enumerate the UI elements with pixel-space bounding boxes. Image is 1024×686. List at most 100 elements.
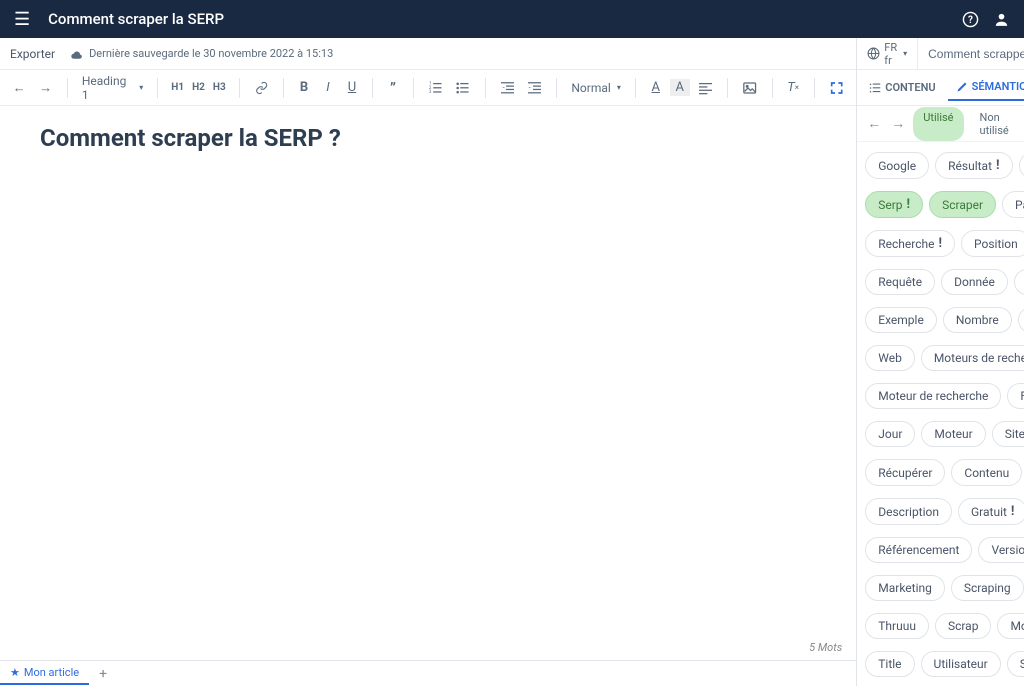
format-select[interactable]: Normal▾ <box>567 79 624 97</box>
italic-button[interactable]: I <box>318 76 338 99</box>
keyword-pill[interactable]: Moteur de recherche <box>865 383 1001 409</box>
keyword-pill[interactable]: Jour <box>865 421 915 447</box>
keyword-pill[interactable]: Title <box>865 651 914 677</box>
text-color-button[interactable]: A <box>646 76 666 99</box>
h3-button[interactable]: H3 <box>210 80 229 95</box>
filter-row: ← → Utilisé Non utilisé Contient des var… <box>857 106 1024 142</box>
keyword-pill[interactable]: Moteurs de recherche <box>921 345 1024 371</box>
keyword-pill[interactable]: Donnée <box>941 269 1008 295</box>
keyword-pill[interactable]: Marketing <box>865 575 945 601</box>
list-icon <box>869 82 881 94</box>
keyword-pill[interactable]: Article <box>1014 269 1024 295</box>
keyword-pill[interactable]: Scrap <box>935 613 992 639</box>
keyword-pill[interactable]: Fichier <box>1007 383 1024 409</box>
side-panel: FR fr ▾ CONTENU SÉMANTIQUE <box>857 38 1024 686</box>
keyword-pill[interactable]: Seo <box>1019 152 1024 179</box>
indent-button[interactable] <box>523 77 546 99</box>
page-title: Comment scraper la SERP <box>48 10 944 28</box>
tab-semantique[interactable]: SÉMANTIQUE New <box>948 74 1024 101</box>
next-button[interactable]: → <box>891 115 905 132</box>
keyword-pill[interactable]: Description <box>865 498 952 525</box>
filter-unused[interactable]: Non utilisé <box>970 107 1024 141</box>
info-bar: Exporter Dernière sauvegarde le 30 novem… <box>0 38 856 70</box>
keyword-pill[interactable]: Serp! <box>865 191 923 218</box>
keyword-pill[interactable]: Web <box>865 345 915 371</box>
highlight-button[interactable]: A <box>670 79 690 96</box>
keyword-pill[interactable]: Site <box>992 421 1024 447</box>
underline-button[interactable]: U <box>342 76 362 99</box>
svg-text:?: ? <box>968 15 973 26</box>
exclamation-icon: ! <box>996 158 1000 173</box>
tab-contenu[interactable]: CONTENU <box>861 75 943 100</box>
search-input[interactable] <box>918 47 1024 61</box>
save-status: Dernière sauvegarde le 30 novembre 2022 … <box>69 47 333 60</box>
language-label: FR fr <box>884 41 897 67</box>
footer-tabs: ★ Mon article + <box>0 660 856 686</box>
keyword-pill[interactable]: Position <box>961 230 1024 257</box>
keyword-pill[interactable]: Scraping <box>951 575 1024 601</box>
editor-panel: Exporter Dernière sauvegarde le 30 novem… <box>0 38 857 686</box>
keyword-pill[interactable]: Recherche! <box>865 230 955 257</box>
language-selector[interactable]: FR fr ▾ <box>857 38 918 69</box>
keyword-pill[interactable]: Search <box>1007 651 1024 677</box>
keyword-pill[interactable]: Google <box>865 152 929 179</box>
keyword-pill[interactable]: Gratuit! <box>958 498 1024 525</box>
exclamation-icon: ! <box>1011 504 1015 519</box>
keyword-pill[interactable]: Récupérer <box>865 459 945 486</box>
exclamation-icon: ! <box>907 197 911 212</box>
keyword-pill[interactable]: Version <box>978 537 1024 563</box>
globe-icon <box>867 47 880 60</box>
pencil-icon <box>956 81 968 93</box>
keyword-pill[interactable]: Excel <box>1018 307 1024 333</box>
undo-button[interactable]: ← <box>8 76 30 100</box>
quote-button[interactable]: ” <box>383 75 403 101</box>
clear-format-button[interactable]: T× <box>782 76 803 99</box>
ordered-list-button[interactable]: 123 <box>424 77 447 99</box>
keyword-pill[interactable]: Requête <box>865 269 935 295</box>
document-heading: Comment scraper la SERP ? <box>40 124 816 152</box>
fullscreen-button[interactable] <box>825 77 848 99</box>
keyword-pill[interactable]: Utilisateur <box>921 651 1001 677</box>
h2-button[interactable]: H2 <box>189 80 208 95</box>
help-icon[interactable]: ? <box>962 11 979 28</box>
keyword-pill[interactable]: Moteur <box>921 421 985 447</box>
export-button[interactable]: Exporter <box>10 47 55 61</box>
menu-icon[interactable]: ☰ <box>14 9 30 30</box>
keyword-pill[interactable]: Mots <box>997 613 1024 639</box>
editor-content[interactable]: Comment scraper la SERP ? 5 Mots <box>0 106 856 660</box>
article-tab[interactable]: ★ Mon article <box>0 662 89 685</box>
unordered-list-button[interactable] <box>451 77 474 99</box>
keyword-pill[interactable]: Exemple <box>865 307 937 333</box>
align-button[interactable] <box>694 77 717 99</box>
heading-select[interactable]: Heading 1▾ <box>78 72 147 104</box>
keyword-pill[interactable]: Scraper <box>929 191 996 218</box>
image-button[interactable] <box>738 77 761 99</box>
top-bar: ☰ Comment scraper la SERP ? <box>0 0 1024 38</box>
editor-toolbar: ← → Heading 1▾ H1 H2 H3 B I U ” 123 <box>0 70 856 106</box>
panel-tabs: CONTENU SÉMANTIQUE New META <box>857 70 1024 106</box>
cloud-icon <box>69 48 83 59</box>
link-button[interactable] <box>250 77 273 99</box>
save-text: Dernière sauvegarde le 30 novembre 2022 … <box>89 47 333 60</box>
user-icon[interactable] <box>993 11 1010 28</box>
tab-semantique-label: SÉMANTIQUE <box>972 80 1024 93</box>
keyword-pill[interactable]: Page <box>1002 191 1024 218</box>
star-icon: ★ <box>10 666 20 679</box>
bold-button[interactable]: B <box>294 76 314 99</box>
exclamation-icon: ! <box>938 236 942 251</box>
keyword-pill[interactable]: Résultat! <box>935 152 1012 179</box>
prev-button[interactable]: ← <box>867 115 881 132</box>
word-count: 5 Mots <box>809 641 842 654</box>
add-tab-button[interactable]: + <box>89 662 117 686</box>
tab-contenu-label: CONTENU <box>885 81 935 94</box>
filter-used[interactable]: Utilisé <box>913 107 963 141</box>
redo-button[interactable]: → <box>34 76 56 100</box>
keyword-pill[interactable]: Thruuu <box>865 613 929 639</box>
svg-text:3: 3 <box>429 90 432 95</box>
keyword-pill[interactable]: Nombre <box>943 307 1012 333</box>
keywords-container: GoogleRésultat! Seo Serp!Scraper Page Recher… <box>857 142 1024 686</box>
keyword-pill[interactable]: Contenu <box>951 459 1022 486</box>
h1-button[interactable]: H1 <box>168 80 187 95</box>
keyword-pill[interactable]: Référencement <box>865 537 972 563</box>
outdent-button[interactable] <box>496 77 519 99</box>
